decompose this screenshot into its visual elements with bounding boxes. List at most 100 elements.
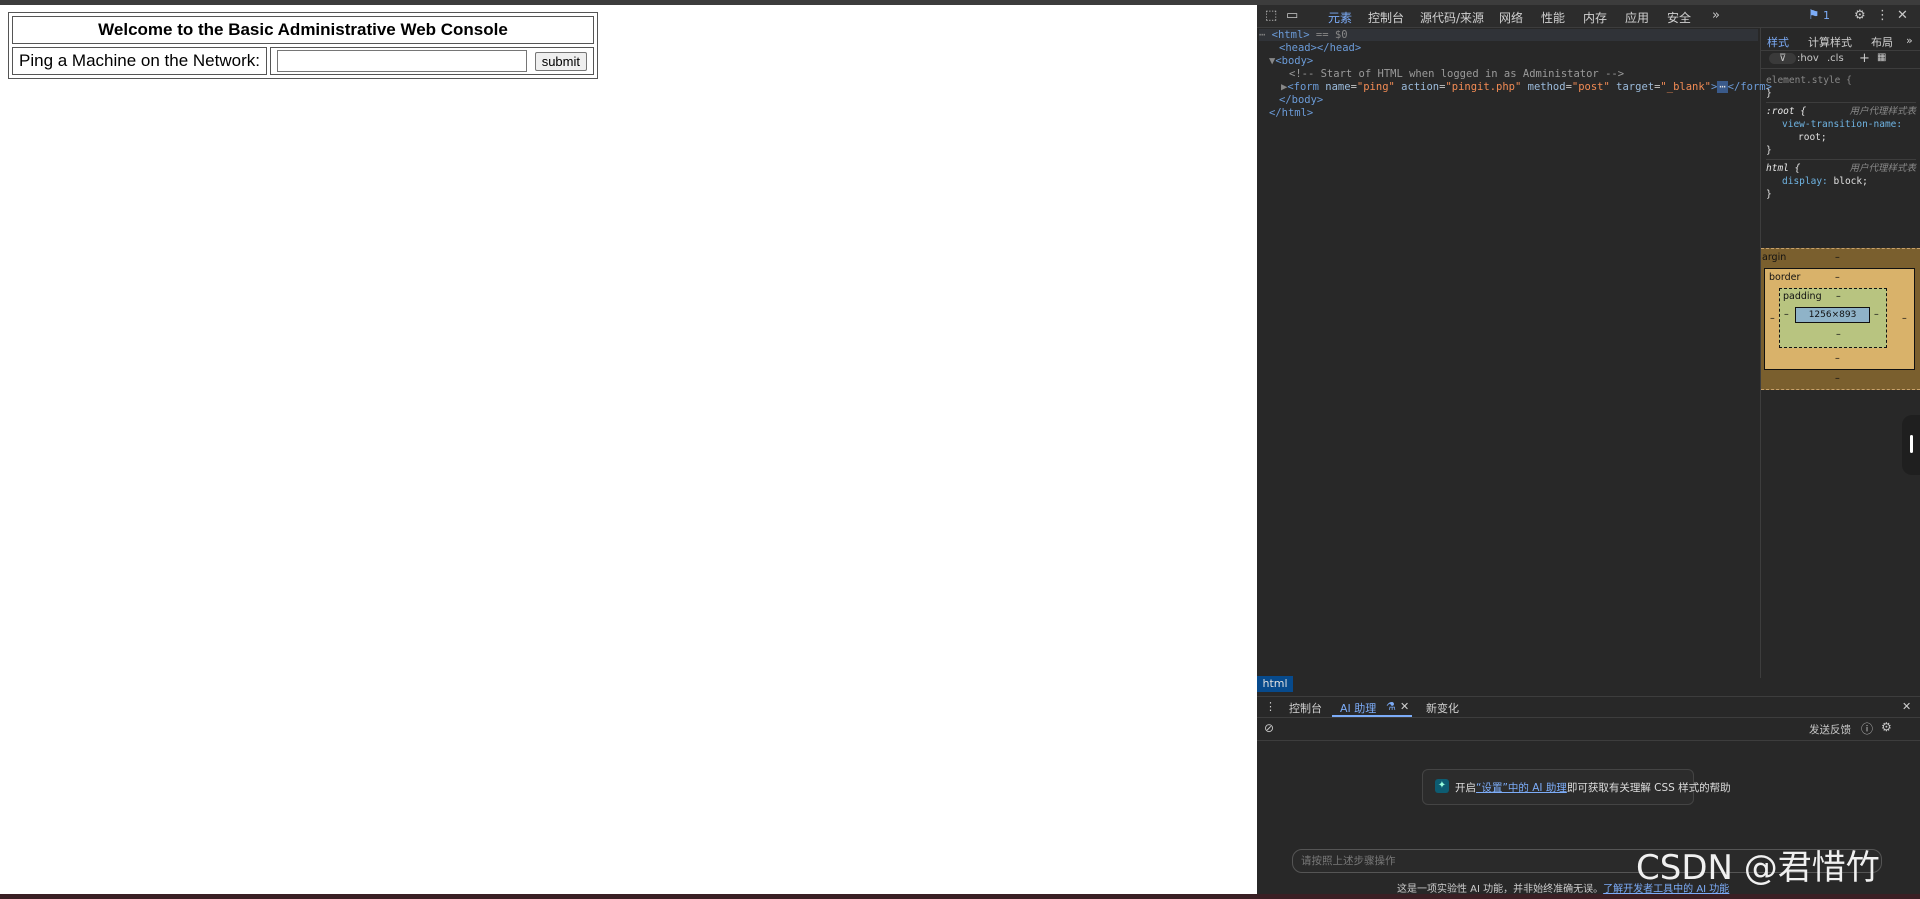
- attr-target-value: "_blank": [1660, 81, 1711, 93]
- ping-label: Ping a Machine on the Network:: [12, 47, 267, 75]
- attr-name: name: [1325, 81, 1351, 93]
- html-prop-name: display:: [1782, 176, 1828, 187]
- html-prop-value: block;: [1833, 176, 1868, 187]
- box-margin-label: argin: [1762, 252, 1787, 263]
- issues-icon[interactable]: ⚑: [1808, 8, 1820, 23]
- ping-controls-cell: submit: [269, 47, 594, 75]
- tree-node-html[interactable]: ⋯ <html> == $0: [1259, 29, 1758, 41]
- drawer-tab-ai-assistant[interactable]: AI 助理: [1340, 700, 1376, 716]
- tab-layout[interactable]: 布局: [1871, 34, 1893, 50]
- card-prefix: 开启: [1455, 782, 1476, 794]
- box-border-bottom-value: –: [1835, 353, 1840, 364]
- ai-sparkle-icon: ✦: [1435, 779, 1449, 793]
- form-tag-name: form: [1293, 81, 1319, 93]
- rule-close-brace: }: [1766, 88, 1772, 99]
- tab-sources[interactable]: 源代码/来源: [1420, 9, 1484, 26]
- tree-node-form[interactable]: ▶<form name="ping" action="pingit.php" m…: [1281, 81, 1772, 93]
- elements-tree: ⋯ <html> == $0 <head></head> ▼<body> <!-…: [1257, 28, 1772, 678]
- html-rule-source: 用户代理样式表: [1849, 163, 1916, 174]
- box-border-left-value: –: [1770, 313, 1775, 324]
- cls-toggle[interactable]: .cls: [1827, 53, 1844, 64]
- ai-settings-link[interactable]: “设置”中的 AI 助理: [1476, 782, 1567, 794]
- flask-icon: ⚗: [1386, 700, 1396, 713]
- tab-performance[interactable]: 性能: [1541, 9, 1565, 26]
- attr-action: action: [1401, 81, 1440, 93]
- panel-resize-handle[interactable]: [1902, 415, 1920, 475]
- close-devtools-icon[interactable]: ✕: [1897, 8, 1908, 23]
- attr-action-value: "pingit.php": [1445, 81, 1522, 93]
- attr-value: "ping": [1356, 81, 1395, 93]
- clear-icon[interactable]: ⊘: [1264, 721, 1274, 735]
- tab-memory[interactable]: 内存: [1583, 9, 1607, 26]
- close-ai-tab-icon[interactable]: ✕: [1400, 700, 1409, 713]
- csdn-watermark: CSDN @君惜竹: [1636, 848, 1880, 888]
- filter-icon[interactable]: ⊽: [1769, 53, 1797, 64]
- device-toolbar-icon[interactable]: ▭: [1286, 8, 1298, 23]
- box-border-layer: border – – – – padding – – – – 1256×893: [1764, 268, 1915, 370]
- drawer-tab-console[interactable]: 控制台: [1289, 700, 1322, 716]
- box-padding-layer: padding – – – – 1256×893: [1779, 288, 1887, 348]
- tree-node-html-close[interactable]: </html>: [1269, 107, 1313, 119]
- inspect-element-icon[interactable]: ⬚: [1265, 8, 1277, 23]
- hov-toggle[interactable]: :hov: [1797, 53, 1819, 64]
- tree-node-head[interactable]: <head></head>: [1279, 42, 1361, 54]
- close-drawer-icon[interactable]: ✕: [1902, 700, 1911, 713]
- page-heading: Welcome to the Basic Administrative Web …: [12, 16, 594, 44]
- styles-tab-bar: 样式 计算样式 布局 »: [1761, 28, 1920, 51]
- tab-elements[interactable]: 元素: [1328, 9, 1352, 26]
- tab-console[interactable]: 控制台: [1368, 9, 1404, 26]
- web-page: Welcome to the Basic Administrative Web …: [0, 5, 1257, 894]
- box-border-right-value: –: [1902, 313, 1907, 324]
- tree-node-body[interactable]: ▼<body>: [1269, 55, 1313, 67]
- breadcrumb-html[interactable]: html: [1257, 676, 1293, 692]
- send-feedback-link[interactable]: 发送反馈: [1809, 722, 1851, 737]
- tree-node-body-close[interactable]: </body>: [1279, 94, 1323, 106]
- root-rule: :root {用户代理样式表 view-transition-name: roo…: [1766, 102, 1916, 157]
- ai-enable-card: ✦ 开启“设置”中的 AI 助理即可获取有关理解 CSS 样式的帮助: [1422, 769, 1731, 805]
- box-model-diagram: argin – border – – – – padding – – – – 1…: [1761, 248, 1920, 390]
- ping-host-input[interactable]: [276, 50, 527, 72]
- box-padding-bottom-value: –: [1836, 329, 1841, 340]
- box-content-size[interactable]: 1256×893: [1795, 307, 1870, 323]
- drawer-tab-changes[interactable]: 新变化: [1426, 700, 1459, 716]
- ellipsis-icon[interactable]: ⋯: [1717, 81, 1728, 93]
- drawer-tab-bar: ⋮ 控制台 AI 助理 ⚗ ✕ 新变化 ✕: [1257, 697, 1920, 718]
- tree-node-comment[interactable]: <!-- Start of HTML when logged in as Adm…: [1289, 68, 1624, 80]
- box-padding-right-value: –: [1874, 309, 1879, 320]
- ai-card-message: 开启“设置”中的 AI 助理即可获取有关理解 CSS 样式的帮助: [1455, 780, 1731, 795]
- active-tab-indicator: [1332, 715, 1412, 717]
- styles-pane: 样式 计算样式 布局 » ⊽ :hov .cls + ▦ element.sty…: [1761, 28, 1920, 678]
- html-close-brace: }: [1766, 189, 1772, 200]
- help-icon[interactable]: ⓘ: [1861, 720, 1873, 737]
- paint-brush-icon[interactable]: ▦: [1877, 52, 1886, 63]
- tab-network[interactable]: 网络: [1499, 9, 1523, 26]
- attr-method-value: "post": [1571, 81, 1610, 93]
- add-rule-icon[interactable]: +: [1859, 51, 1870, 66]
- tab-security[interactable]: 安全: [1667, 9, 1691, 26]
- root-prop-value: root;: [1798, 132, 1827, 143]
- more-tabs-icon[interactable]: »: [1712, 8, 1720, 23]
- ai-settings-gear-icon[interactable]: ⚙: [1881, 720, 1892, 734]
- submit-button[interactable]: submit: [534, 51, 587, 71]
- card-suffix: 即可获取有关理解 CSS 样式的帮助: [1566, 782, 1731, 794]
- issues-count: 1: [1823, 9, 1830, 22]
- attr-method: method: [1527, 81, 1566, 93]
- html-selector: html {: [1766, 163, 1801, 174]
- drawer-menu-icon[interactable]: ⋮: [1265, 700, 1276, 713]
- element-style-rule: element.style { }: [1766, 74, 1916, 100]
- html-open-tag: <html>: [1271, 29, 1310, 41]
- tab-computed[interactable]: 计算样式: [1808, 34, 1852, 50]
- attr-target: target: [1616, 81, 1655, 93]
- element-style-selector: element.style {: [1766, 75, 1852, 86]
- settings-gear-icon[interactable]: ⚙: [1854, 8, 1866, 23]
- root-selector: :root {: [1766, 106, 1807, 117]
- styles-filter-bar: ⊽ :hov .cls + ▦: [1761, 50, 1920, 69]
- tab-styles[interactable]: 样式: [1767, 34, 1789, 50]
- devtools-tab-bar: ⬚ ▭ 元素 控制台 源代码/来源 网络 性能 内存 应用 安全 » ⚑ 1 ⚙…: [1257, 5, 1920, 28]
- root-close-brace: }: [1766, 145, 1772, 156]
- more-options-icon[interactable]: ⋮: [1876, 8, 1889, 23]
- body-open-tag: <body>: [1275, 55, 1314, 67]
- tab-application[interactable]: 应用: [1625, 9, 1649, 26]
- bottom-edge-bar: [0, 894, 1920, 899]
- more-styles-tabs-icon[interactable]: »: [1906, 34, 1913, 47]
